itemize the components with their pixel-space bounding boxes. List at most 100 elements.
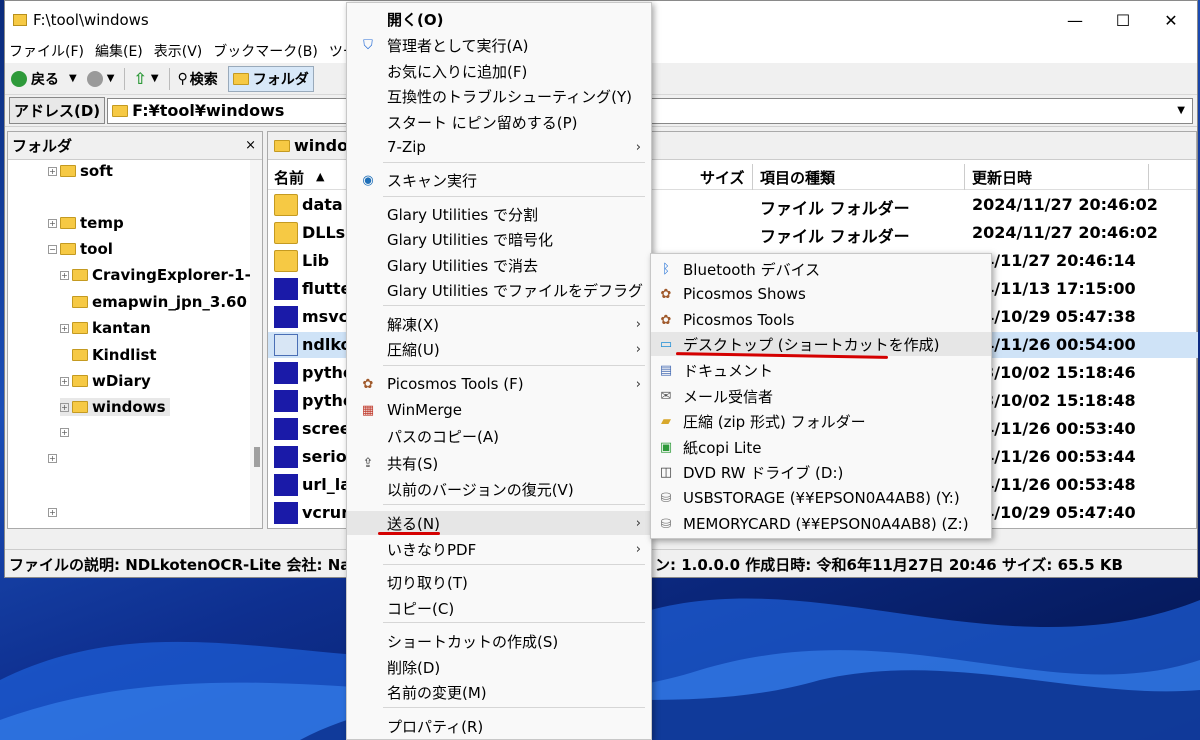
expand-icon[interactable]: + [60, 323, 69, 333]
tree-item-temp[interactable]: + temp [48, 214, 124, 232]
column-divider[interactable] [752, 164, 753, 190]
menu-item[interactable]: 解凍(X) › [347, 312, 651, 336]
maximize-button[interactable]: ☐ [1099, 1, 1147, 39]
menu-item[interactable]: ▣ 紙copi Lite [651, 435, 991, 459]
menu-item[interactable]: Glary Utilities でファイルをデフラグ [347, 278, 651, 302]
expand-icon[interactable]: + [48, 218, 57, 228]
menu-item[interactable]: 圧縮(U) › [347, 337, 651, 361]
menu-item[interactable]: いきなりPDF › [347, 537, 651, 561]
expand-icon[interactable]: + [48, 454, 57, 463]
menu-item[interactable]: ▰ 圧縮 (zip 形式) フォルダー [651, 409, 991, 433]
menu-item[interactable]: Glary Utilities で消去 [347, 253, 651, 277]
column-size[interactable]: サイズ [700, 167, 745, 188]
tree-scrollbar[interactable] [250, 160, 262, 528]
menu-item[interactable]: ✿ Picosmos Tools [651, 308, 991, 332]
menu-separator [383, 707, 645, 708]
cell-name: Lib [302, 251, 330, 270]
column-name[interactable]: 名前 [274, 167, 304, 188]
menu-item[interactable]: ✉ メール受信者 [651, 384, 991, 408]
chevron-right-icon: › [635, 541, 641, 557]
menu-item[interactable]: ◫ DVD RW ドライブ (D:) [651, 460, 991, 484]
menu-item[interactable]: ▤ ドキュメント [651, 358, 991, 382]
folder-icon [60, 217, 76, 229]
column-date[interactable]: 更新日時 [972, 167, 1032, 188]
menu-item[interactable]: Glary Utilities で暗号化 [347, 227, 651, 251]
menu-item[interactable]: ショートカットの作成(S) [347, 629, 651, 653]
menu-item-label: 解凍(X) [387, 315, 439, 334]
tree-expander[interactable]: + [48, 508, 60, 517]
menu-view[interactable]: 表示(V) [154, 41, 203, 61]
menu-bookmark[interactable]: ブックマーク(B) [213, 41, 318, 61]
expand-icon[interactable]: + [60, 376, 69, 386]
expand-icon[interactable]: + [60, 428, 69, 437]
search-label: 検索 [189, 71, 218, 88]
chevron-down-icon[interactable]: ▼ [107, 73, 115, 84]
menu-item[interactable]: 7-Zip › [347, 135, 651, 159]
forward-button[interactable]: ▼ [86, 70, 115, 87]
tree-item-windows[interactable]: + windows [60, 398, 170, 416]
menu-item[interactable]: ᛒ Bluetooth デバイス [651, 257, 991, 281]
menu-item[interactable]: Glary Utilities で分割 [347, 202, 651, 226]
menu-edit[interactable]: 編集(E) [95, 41, 143, 61]
search-button[interactable]: ⚲ 検索 [178, 69, 218, 89]
menu-item-label: Bluetooth デバイス [683, 260, 821, 279]
sort-asc-icon: ▲ [316, 170, 325, 183]
tree-item-tool[interactable]: − tool [48, 240, 113, 258]
tree-item-cravingexplorer[interactable]: + CravingExplorer-1- [60, 266, 251, 284]
menu-file[interactable]: ファイル(F) [9, 41, 84, 61]
tree-item-label: kantan [92, 319, 151, 337]
expand-icon[interactable]: + [60, 402, 69, 412]
folder-toggle-button[interactable]: フォルダ [227, 65, 314, 92]
menu-item[interactable]: ⇪ 共有(S) [347, 451, 651, 475]
menu-item[interactable]: 以前のバージョンの復元(V) [347, 477, 651, 501]
expand-icon[interactable]: + [48, 166, 57, 176]
cell-name: DLLs [302, 223, 346, 242]
menu-item[interactable]: ✿ Picosmos Tools (F) › [347, 372, 651, 396]
tree-item-label: CravingExplorer-1- [92, 266, 251, 284]
menu-item[interactable]: 切り取り(T) [347, 570, 651, 594]
menu-item[interactable]: 名前の変更(M) [347, 680, 651, 704]
column-divider[interactable] [964, 164, 965, 190]
chevron-down-icon[interactable]: ▼ [151, 73, 159, 84]
menu-item[interactable]: ⛁ USBSTORAGE (¥¥EPSON0A4AB8) (Y:) [651, 486, 991, 510]
status-left: ファイルの説明: NDLkotenOCR-Lite 会社: Na [9, 556, 351, 574]
context-menu: 開く(O) ⛉ 管理者として実行(A) お気に入りに追加(F) 互換性のトラブルシューテ… [346, 2, 652, 740]
tree-item-kantan[interactable]: + kantan [60, 319, 151, 337]
minimize-button[interactable]: — [1051, 1, 1099, 39]
tree-item-emapwin[interactable]: emapwin_jpn_3.60 [72, 293, 247, 311]
tree-expander[interactable]: + [48, 454, 60, 463]
tree-expander[interactable]: + [60, 428, 72, 437]
chevron-down-icon[interactable]: ▼ [1177, 105, 1185, 116]
close-icon[interactable]: × [245, 138, 256, 153]
chevron-down-icon[interactable]: ▼ [69, 73, 77, 84]
menu-item[interactable]: ▦ WinMerge [347, 398, 651, 422]
up-folder-button[interactable]: ⇧ ▼ [133, 69, 158, 88]
shield-icon: ⛉ [363, 37, 373, 53]
menu-item[interactable]: パスのコピー(A) [347, 424, 651, 448]
menu-item[interactable]: コピー(C) [347, 596, 651, 620]
close-button[interactable]: ✕ [1147, 1, 1195, 39]
menu-item[interactable]: プロパティ(R) [347, 714, 651, 738]
menu-item[interactable]: ⛁ MEMORYCARD (¥¥EPSON0A4AB8) (Z:) [651, 512, 991, 536]
tree-item-kindlist[interactable]: Kindlist [72, 346, 157, 364]
menu-item[interactable]: ⛉ 管理者として実行(A) [347, 33, 651, 57]
menu-item[interactable]: ✿ Picosmos Shows [651, 282, 991, 306]
menu-item[interactable]: 削除(D) [347, 655, 651, 679]
menu-item[interactable]: 互換性のトラブルシューティング(Y) [347, 84, 651, 108]
expand-icon[interactable]: + [48, 508, 57, 517]
tree-scrollbar-thumb[interactable] [254, 447, 260, 467]
back-button[interactable]: 戻る ▼ [11, 69, 77, 89]
menu-item[interactable]: ◉ スキャン実行 [347, 168, 651, 192]
menu-item[interactable]: スタート にピン留めする(P) [347, 110, 651, 134]
column-kind[interactable]: 項目の種類 [760, 167, 835, 188]
cell-name: data [302, 195, 343, 214]
tree-item-soft[interactable]: + soft [48, 162, 113, 180]
folder-icon [112, 104, 129, 117]
menu-item[interactable]: 開く(O) [347, 7, 651, 31]
menu-item-label: パスのコピー(A) [387, 427, 499, 446]
collapse-icon[interactable]: − [48, 244, 57, 254]
tree-item-wdiary[interactable]: + wDiary [60, 372, 151, 390]
expand-icon[interactable]: + [60, 270, 69, 280]
menu-item[interactable]: お気に入りに追加(F) [347, 59, 651, 83]
column-divider[interactable] [1148, 164, 1149, 190]
